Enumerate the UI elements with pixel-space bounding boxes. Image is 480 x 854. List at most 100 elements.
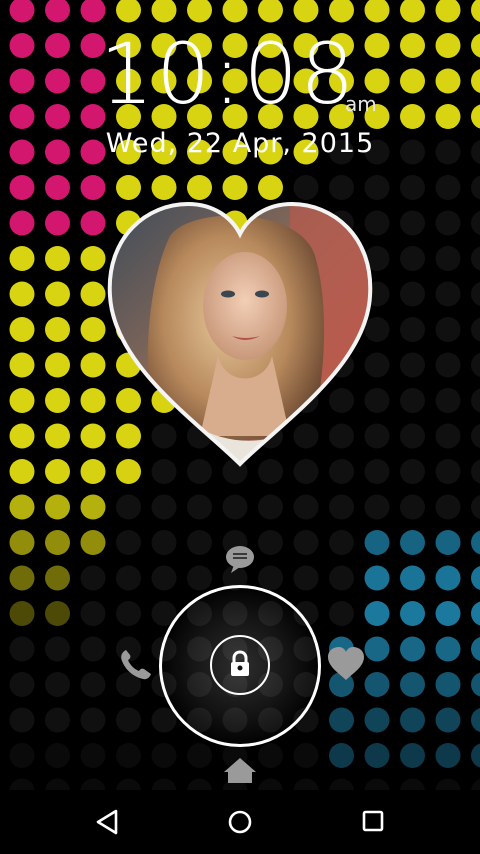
background-dot xyxy=(258,0,283,23)
recents-icon[interactable] xyxy=(361,809,385,833)
background-dot xyxy=(400,68,425,94)
background-dot xyxy=(45,565,70,591)
background-dot xyxy=(45,317,70,342)
home-icon[interactable] xyxy=(222,756,258,784)
background-dot xyxy=(435,68,461,94)
background-dot xyxy=(329,0,354,23)
background-dot xyxy=(293,494,319,520)
background-dot xyxy=(9,636,35,662)
background-dot xyxy=(187,530,212,555)
nav-home-icon[interactable] xyxy=(227,809,253,835)
background-dot xyxy=(471,495,480,519)
background-dot xyxy=(329,743,354,768)
background-dot xyxy=(187,0,212,23)
background-dot xyxy=(329,494,354,520)
background-dot xyxy=(9,423,35,449)
background-dot xyxy=(45,175,70,200)
background-dot xyxy=(116,565,141,591)
back-icon[interactable] xyxy=(94,808,120,836)
background-dot xyxy=(45,672,70,697)
background-dot xyxy=(435,175,461,200)
background-dot xyxy=(45,636,70,662)
background-dot xyxy=(435,388,461,413)
background-dot xyxy=(116,494,141,520)
background-dot xyxy=(222,0,248,23)
background-dot xyxy=(45,281,70,307)
background-dot xyxy=(151,0,177,23)
background-dot xyxy=(9,530,35,555)
background-dot xyxy=(400,743,425,768)
background-dot xyxy=(293,0,319,23)
background-dot xyxy=(151,494,177,520)
background-dot xyxy=(258,494,283,520)
lock-screen: 10:08 am Wed, 22 Apr, 2015 xyxy=(0,0,480,854)
background-dot xyxy=(471,69,480,93)
background-dot xyxy=(400,388,425,413)
background-dot xyxy=(364,743,390,768)
background-dot xyxy=(400,565,425,591)
background-dot xyxy=(45,530,70,555)
background-dot xyxy=(364,33,390,58)
background-dot xyxy=(435,0,461,23)
background-dot xyxy=(435,281,461,307)
background-dot xyxy=(293,743,319,768)
background-dot xyxy=(471,672,480,697)
heart-icon[interactable] xyxy=(326,646,366,682)
background-dot xyxy=(9,210,35,236)
background-dot xyxy=(435,459,461,484)
background-dot xyxy=(471,282,480,306)
background-dot xyxy=(80,672,106,697)
background-dot xyxy=(435,707,461,733)
background-dot xyxy=(187,494,212,520)
background-dot xyxy=(435,743,461,768)
background-dot xyxy=(400,281,425,307)
background-dot xyxy=(45,104,70,129)
background-dot xyxy=(435,530,461,555)
background-dot xyxy=(400,707,425,733)
background-dot xyxy=(45,459,70,484)
clock-ampm: am xyxy=(345,92,377,116)
background-dot xyxy=(400,246,425,271)
navigation-bar xyxy=(0,790,480,854)
background-dot xyxy=(9,246,35,271)
background-dot xyxy=(9,281,35,307)
phone-icon[interactable] xyxy=(116,646,154,682)
background-dot xyxy=(364,0,390,23)
background-dot xyxy=(45,246,70,271)
background-dot xyxy=(400,352,425,378)
background-dot xyxy=(80,494,106,520)
background-dot xyxy=(364,494,390,520)
background-dot xyxy=(400,317,425,342)
background-dot xyxy=(9,175,35,200)
clock-date: Wed, 22 Apr, 2015 xyxy=(105,128,375,159)
background-dot xyxy=(471,424,480,448)
background-dot xyxy=(9,494,35,520)
background-dot xyxy=(9,672,35,697)
background-dot xyxy=(151,743,177,768)
background-dot xyxy=(116,707,141,733)
background-dot xyxy=(364,636,390,662)
background-dot xyxy=(80,530,106,555)
background-dot xyxy=(293,530,319,555)
background-dot xyxy=(471,211,480,235)
background-dot xyxy=(400,459,425,484)
background-dot xyxy=(258,743,283,768)
background-dot xyxy=(45,33,70,58)
lock-icon xyxy=(231,650,249,676)
background-dot xyxy=(471,459,480,484)
background-dot xyxy=(9,601,35,626)
background-dot xyxy=(116,743,141,768)
background-dot xyxy=(9,0,35,23)
message-icon[interactable] xyxy=(224,544,256,574)
clock-time: 10:08 xyxy=(99,25,357,123)
background-dot xyxy=(45,210,70,236)
background-dot xyxy=(400,601,425,626)
background-dot xyxy=(9,743,35,768)
background-dot xyxy=(435,601,461,626)
background-dot xyxy=(364,601,390,626)
background-dot xyxy=(9,352,35,378)
background-dot xyxy=(471,0,480,22)
background-dot xyxy=(9,707,35,733)
background-dot xyxy=(471,317,480,342)
background-dot xyxy=(435,317,461,342)
